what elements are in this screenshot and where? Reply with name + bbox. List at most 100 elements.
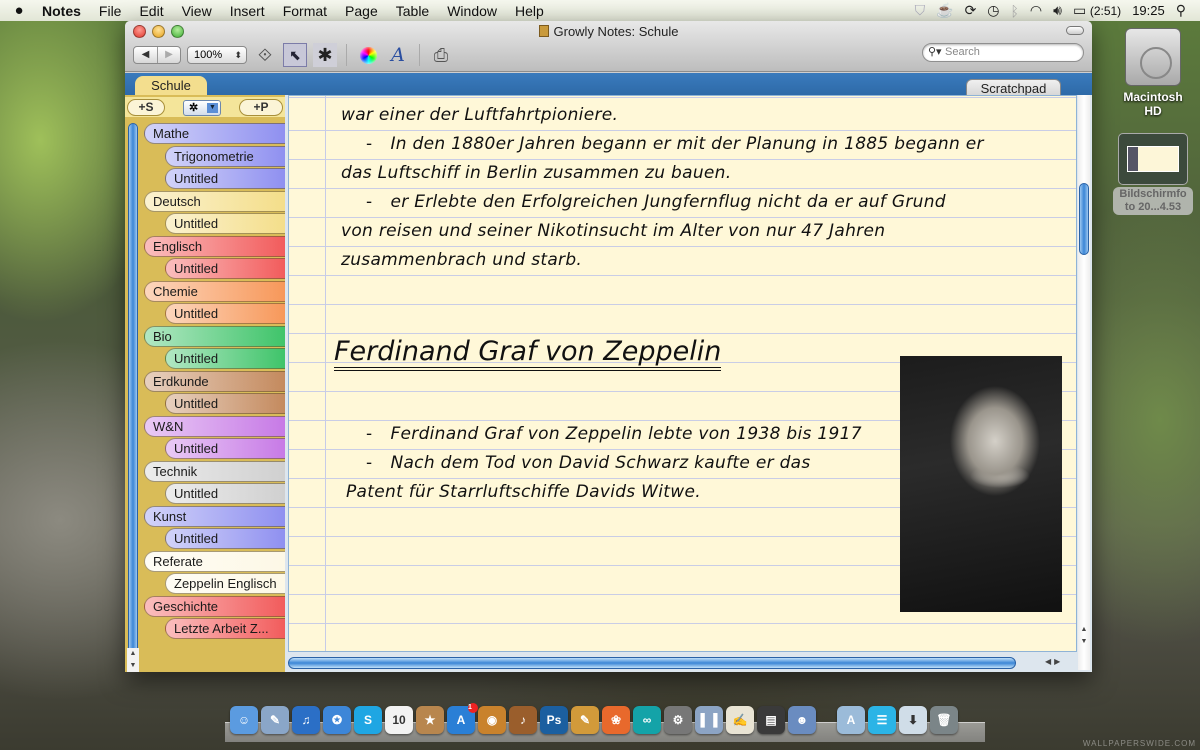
sidebar-section[interactable]: Referate (144, 550, 285, 572)
dock-safari[interactable]: ✪ (323, 706, 351, 734)
menu-table[interactable]: Table (387, 3, 438, 19)
font-icon[interactable]: A (386, 43, 410, 67)
dock-itunes[interactable]: ♫ (292, 706, 320, 734)
menu-window[interactable]: Window (438, 3, 506, 19)
search-input[interactable]: ⚲▾ Search (922, 43, 1084, 62)
dock-system-preferences[interactable]: ⚙ (664, 706, 692, 734)
menu-view[interactable]: View (173, 3, 221, 19)
time-machine-icon[interactable]: ◷ (987, 2, 999, 19)
sidebar-page[interactable]: Trigonometrie (165, 145, 285, 167)
add-section-button[interactable]: +S (127, 99, 165, 116)
sidebar-page[interactable]: Untitled (165, 438, 285, 459)
dock-split-view[interactable]: ▌▐ (695, 706, 723, 734)
battery-status[interactable]: ▭ (2:51) (1073, 2, 1121, 19)
dock-growly-notes[interactable]: ▤ (757, 706, 785, 734)
spotlight-search-icon[interactable]: ⚲ (1176, 2, 1186, 19)
menu-edit[interactable]: Edit (130, 3, 172, 19)
gear-icon: ✲ (189, 102, 199, 114)
sidebar-section[interactable]: W&N (144, 415, 285, 437)
forward-icon[interactable]: ▶ (157, 47, 180, 63)
sidebar-section[interactable]: Englisch (144, 235, 285, 257)
vertical-scroll-thumb[interactable] (1079, 183, 1089, 255)
desktop-icon-screenshot[interactable]: Bildschirmfo to 20...4.53 (1113, 133, 1193, 215)
dock-finder[interactable]: ☺ (230, 706, 258, 734)
sidebar-scrollbar[interactable] (128, 123, 138, 658)
coffee-cup-icon[interactable]: ☕ (936, 2, 953, 19)
vertical-scroll-arrows[interactable]: ▲ ▼ (1078, 624, 1090, 648)
sidebar-page[interactable]: Untitled (165, 303, 285, 324)
select-tool-icon[interactable]: ⬉ (283, 43, 307, 67)
dock-applications-folder[interactable]: A (837, 706, 865, 734)
zoom-select[interactable]: 100% (187, 46, 247, 64)
sidebar-page[interactable]: Untitled (165, 528, 285, 549)
tab-scratchpad[interactable]: Scratchpad (966, 79, 1061, 96)
dock-garageband[interactable]: ♪ (509, 706, 537, 734)
menu-bar: ● Notes File Edit View Insert Format Pag… (0, 0, 1200, 21)
menu-file[interactable]: File (90, 3, 131, 19)
sidebar-scroll-arrows[interactable]: ▲ ▼ (127, 648, 139, 672)
add-page-button[interactable]: +P (239, 99, 283, 116)
print-icon[interactable]: ⎙ (429, 43, 453, 67)
sidebar-section[interactable]: Geschichte (144, 595, 285, 617)
note-page[interactable]: war einer der Luftfahrtpioniere. - In den… (288, 95, 1077, 652)
wifi-icon[interactable]: ◠ (1030, 2, 1042, 19)
toolbar-separator (346, 44, 347, 66)
sync-icon[interactable]: ⟳ (965, 2, 977, 19)
dock-delicious-library[interactable]: ★ (416, 706, 444, 734)
desktop-icon-macintosh-hd[interactable]: Macintosh HD (1115, 28, 1191, 118)
portrait-photo[interactable] (900, 356, 1062, 612)
sidebar-section[interactable]: Erdkunde (144, 370, 285, 392)
toolbar-toggle-button[interactable] (1066, 26, 1084, 35)
sidebar-page[interactable]: Untitled (165, 348, 285, 369)
dock-textedit[interactable]: ✍ (726, 706, 754, 734)
sidebar-section[interactable]: Kunst (144, 505, 285, 527)
shield-icon[interactable]: ⛉ (915, 2, 926, 19)
menu-app-name[interactable]: Notes (38, 3, 90, 19)
vertical-scrollbar[interactable]: ▲ ▼ (1078, 95, 1090, 670)
menu-page[interactable]: Page (336, 3, 387, 19)
sidebar-page[interactable]: Untitled (165, 258, 285, 279)
horizontal-scroll-arrows[interactable]: ◀▶ (1045, 657, 1063, 666)
dock-skype[interactable]: S (354, 706, 382, 734)
sidebar-section[interactable]: Technik (144, 460, 285, 482)
sidebar-section[interactable]: Mathe (144, 123, 285, 144)
gear-menu-button[interactable]: ✲ ▼ (183, 100, 221, 116)
menu-help[interactable]: Help (506, 3, 553, 19)
dock-photo-booth[interactable]: ◉ (478, 706, 506, 734)
sidebar-section[interactable]: Bio (144, 325, 285, 347)
dock-app-store[interactable]: A1 (447, 703, 478, 734)
dock-iphoto-2[interactable]: ☻ (788, 706, 816, 734)
menu-insert[interactable]: Insert (221, 3, 274, 19)
sidebar-page[interactable]: Zeppelin Englisch (165, 573, 285, 594)
back-icon[interactable]: ◀ (134, 47, 157, 63)
sidebar-section[interactable]: Deutsch (144, 190, 285, 212)
bluetooth-icon[interactable]: ᛒ (1011, 3, 1019, 19)
dock-iphoto[interactable]: ❀ (602, 706, 630, 734)
finder-icon: ☺ (237, 713, 251, 727)
dock-ical[interactable]: 10 (385, 706, 413, 734)
insert-link-icon[interactable]: ⟐ (253, 43, 277, 67)
horizontal-scrollbar[interactable] (288, 657, 1016, 669)
tab-schule[interactable]: Schule (135, 76, 207, 96)
asterisk-tool-icon[interactable]: ✱ (313, 43, 337, 67)
dock-messages[interactable]: ☰ (868, 706, 896, 734)
dock-pages[interactable]: ✎ (571, 706, 599, 734)
sidebar-page[interactable]: Untitled (165, 168, 285, 189)
sidebar-page[interactable]: Untitled (165, 483, 285, 504)
dock-arduino[interactable]: ∞ (633, 706, 661, 734)
menu-format[interactable]: Format (274, 3, 336, 19)
sidebar-page[interactable]: Letzte Arbeit Z... (165, 618, 285, 639)
color-wheel-icon[interactable] (356, 43, 380, 67)
sidebar-page[interactable]: Untitled (165, 213, 285, 234)
dock-preview[interactable]: ✎ (261, 706, 289, 734)
sidebar-page[interactable]: Untitled (165, 393, 285, 414)
apple-menu-icon[interactable]: ● (0, 2, 38, 19)
sidebar-section[interactable]: Chemie (144, 280, 285, 302)
dock-photoshop[interactable]: Ps (540, 706, 568, 734)
note-line: von reisen und seiner Nikotinsucht im Al… (341, 221, 886, 241)
dock-trash[interactable]: 🗑 (930, 706, 958, 734)
dock-downloads-stack[interactable]: ⬇ (899, 706, 927, 734)
clock[interactable]: 19:25 (1132, 3, 1165, 18)
title-bar: Growly Notes: Schule ◀ ▶ 100% ⟐ ⬉ ✱ A ⎙ … (125, 21, 1092, 72)
volume-icon[interactable]: 🔊︎ (1053, 2, 1062, 19)
